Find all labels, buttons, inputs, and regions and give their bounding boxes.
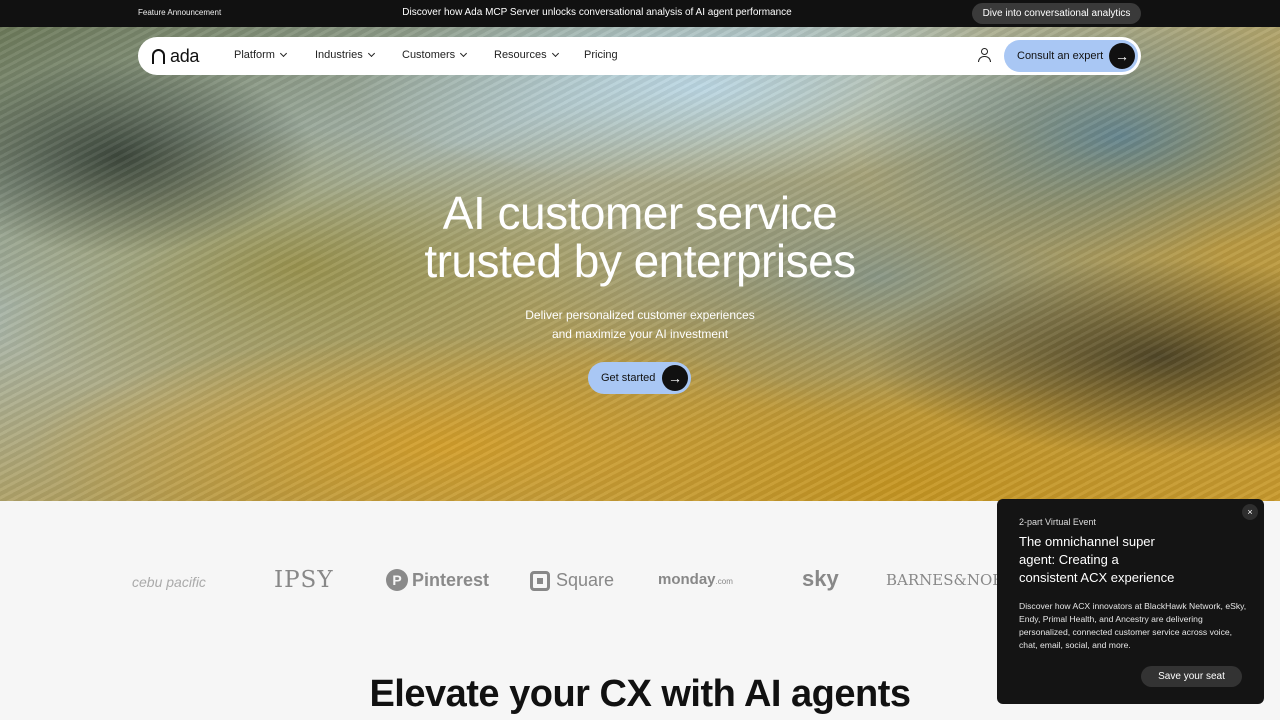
square-logo: Square [530, 570, 614, 591]
popup-title-line-1: The omnichannel super [1019, 534, 1155, 549]
square-wordmark: Square [556, 570, 615, 590]
hero-title: AI customer service trusted by enterpris… [0, 189, 1280, 285]
arrow-right-icon: → [1109, 43, 1135, 69]
nav-item-customers[interactable]: Customers [402, 49, 468, 61]
popup-eyebrow: 2-part Virtual Event [1019, 517, 1096, 527]
popup-title: The omnichannel super agent: Creating a … [1019, 533, 1219, 587]
cebu-pacific-logo: cebu pacific [132, 574, 206, 590]
nav-item-industries[interactable]: Industries [315, 49, 375, 61]
pinterest-icon: P [386, 569, 408, 591]
hero-title-line-2: trusted by enterprises [424, 235, 856, 287]
event-popup: × 2-part Virtual Event The omnichannel s… [997, 499, 1264, 704]
popup-description: Discover how ACX innovators at BlackHawk… [1019, 601, 1247, 650]
square-icon [530, 570, 550, 591]
save-seat-button[interactable]: Save your seat [1141, 666, 1242, 687]
chevron-down-icon [279, 49, 288, 58]
monday-logo: monday.com [658, 571, 733, 588]
user-account-icon[interactable] [977, 47, 993, 63]
nav-item-label: Platform [234, 49, 275, 61]
logo-text: ada [170, 46, 200, 66]
nav-item-label: Industries [315, 49, 363, 61]
hero-subtitle-line-1: Deliver personalized customer experience… [525, 308, 755, 322]
pinterest-logo: P Pinterest [386, 569, 489, 591]
hero-section: ada Platform Industries Customers Resour… [0, 27, 1280, 501]
nav-item-label: Resources [494, 49, 547, 61]
sky-logo: sky [802, 566, 839, 591]
monday-wordmark: monday [658, 571, 716, 588]
announcement-bar: Feature Announcement Discover how Ada MC… [0, 0, 1280, 27]
user-icon-body [978, 56, 991, 62]
hero-subtitle-line-2: and maximize your AI investment [551, 327, 729, 341]
consult-expert-button[interactable]: Consult an expert → [1004, 40, 1138, 72]
nav-item-pricing[interactable]: Pricing [584, 49, 618, 61]
user-icon-head [981, 48, 988, 55]
monday-suffix: .com [715, 577, 733, 586]
main-nav: ada Platform Industries Customers Resour… [138, 37, 1141, 75]
ada-logo-icon [152, 48, 165, 64]
nav-item-platform[interactable]: Platform [234, 49, 288, 61]
popup-title-line-2: agent: Creating a [1019, 552, 1119, 567]
ada-logo[interactable]: ada [152, 47, 199, 65]
arrow-right-icon: → [662, 365, 688, 391]
chevron-down-icon [551, 49, 559, 58]
nav-item-resources[interactable]: Resources [494, 49, 559, 61]
nav-item-label: Pricing [584, 49, 618, 61]
hero-subtitle: Deliver personalized customer experience… [0, 306, 1280, 344]
pinterest-wordmark: Pinterest [412, 569, 490, 590]
hero-title-line-1: AI customer service [442, 187, 838, 239]
chevron-down-icon [367, 49, 375, 58]
get-started-label: Get started [601, 372, 656, 384]
chevron-down-icon [460, 49, 468, 58]
get-started-button[interactable]: Get started → [588, 362, 691, 394]
popup-title-line-3: consistent ACX experience [1019, 570, 1175, 585]
ipsy-logo: IPSY [274, 567, 334, 593]
announcement-cta-button[interactable]: Dive into conversational analytics [972, 3, 1141, 24]
nav-item-label: Customers [402, 49, 456, 61]
consult-expert-label: Consult an expert [1017, 50, 1104, 62]
close-icon[interactable]: × [1242, 504, 1258, 520]
